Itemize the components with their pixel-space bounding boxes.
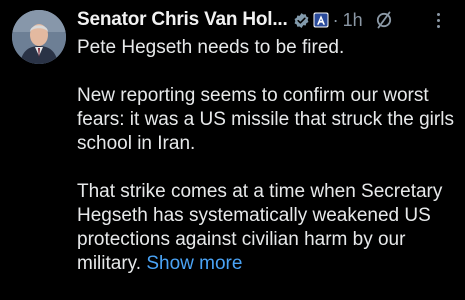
grok-icon[interactable] <box>374 10 394 30</box>
verified-badge-icon[interactable] <box>293 12 310 29</box>
author-avatar[interactable] <box>12 10 66 64</box>
post-paragraph: New reporting seems to confirm our worst… <box>77 85 454 154</box>
post-paragraph: That strike comes at a time when Secreta… <box>77 180 457 276</box>
author-name[interactable]: Senator Chris Van Hol... <box>77 9 288 31</box>
post-timestamp[interactable]: 1h <box>343 10 363 31</box>
post-paragraph: Pete Hegseth needs to be fired. <box>77 37 345 58</box>
show-more-link[interactable]: Show more <box>146 253 242 274</box>
post-header: Senator Chris Van Hol... · 1h <box>77 8 457 32</box>
post-body: Pete Hegseth needs to be fired. New repo… <box>77 36 457 276</box>
post-paragraph-text: That strike comes at a time when Secreta… <box>77 181 443 274</box>
government-affiliation-icon[interactable] <box>313 12 329 28</box>
more-options-icon[interactable] <box>428 8 448 32</box>
meta-separator: · <box>332 9 339 30</box>
